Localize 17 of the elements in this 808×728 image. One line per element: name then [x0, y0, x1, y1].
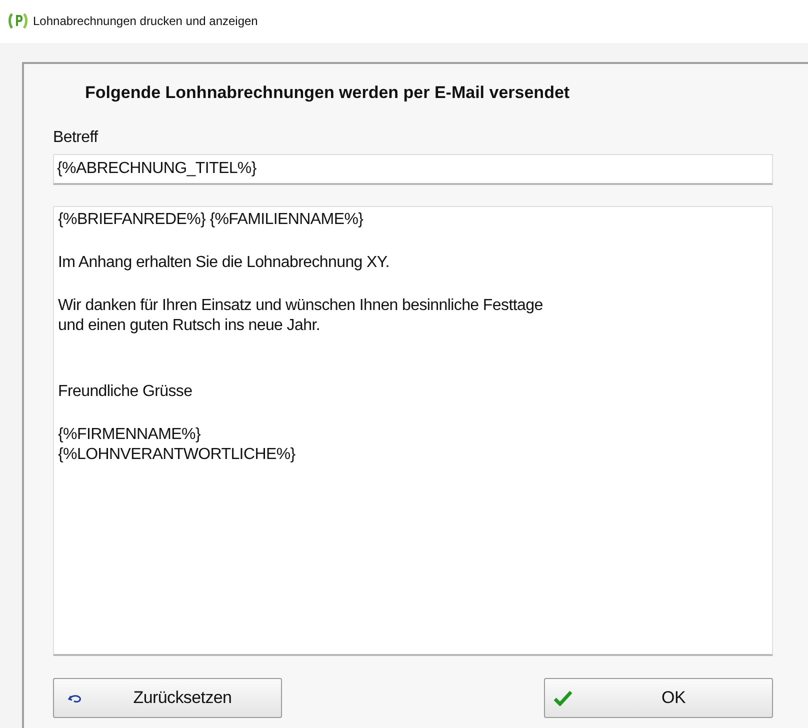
message-line: Wir danken für Ihren Einsatz und wünschen Ihnen besinnliche Festtage — [58, 296, 543, 316]
message-line: {%FIRMENNAME%} — [58, 424, 200, 444]
message-field[interactable] — [53, 206, 773, 656]
undo-icon — [68, 694, 82, 704]
message-line: Freundliche Grüsse — [58, 382, 192, 402]
heading: Folgende Lonhnabrechnungen werden per E-Mail versendet — [85, 82, 571, 104]
app-logo-icon — [8, 12, 28, 30]
checkmark-icon — [554, 690, 572, 706]
ok-button[interactable]: OK — [544, 678, 773, 718]
message-line: {%LOHNVERANTWORTLICHE%} — [58, 444, 296, 464]
subject-label: Betreff — [53, 128, 100, 148]
window-title: Lohnabrechnungen drucken und anzeigen — [33, 12, 258, 30]
message-line: und einen guten Rutsch ins neue Jahr. — [58, 316, 320, 336]
message-line: {%BRIEFANREDE%} {%FAMILIENNAME%} — [58, 210, 364, 230]
subject-field[interactable]: {%ABRECHNUNG_TITEL%} — [53, 154, 773, 184]
reset-button[interactable]: Zurücksetzen — [53, 678, 282, 718]
message-line: Im Anhang erhalten Sie die Lohnabrechnung XY. — [58, 252, 390, 272]
